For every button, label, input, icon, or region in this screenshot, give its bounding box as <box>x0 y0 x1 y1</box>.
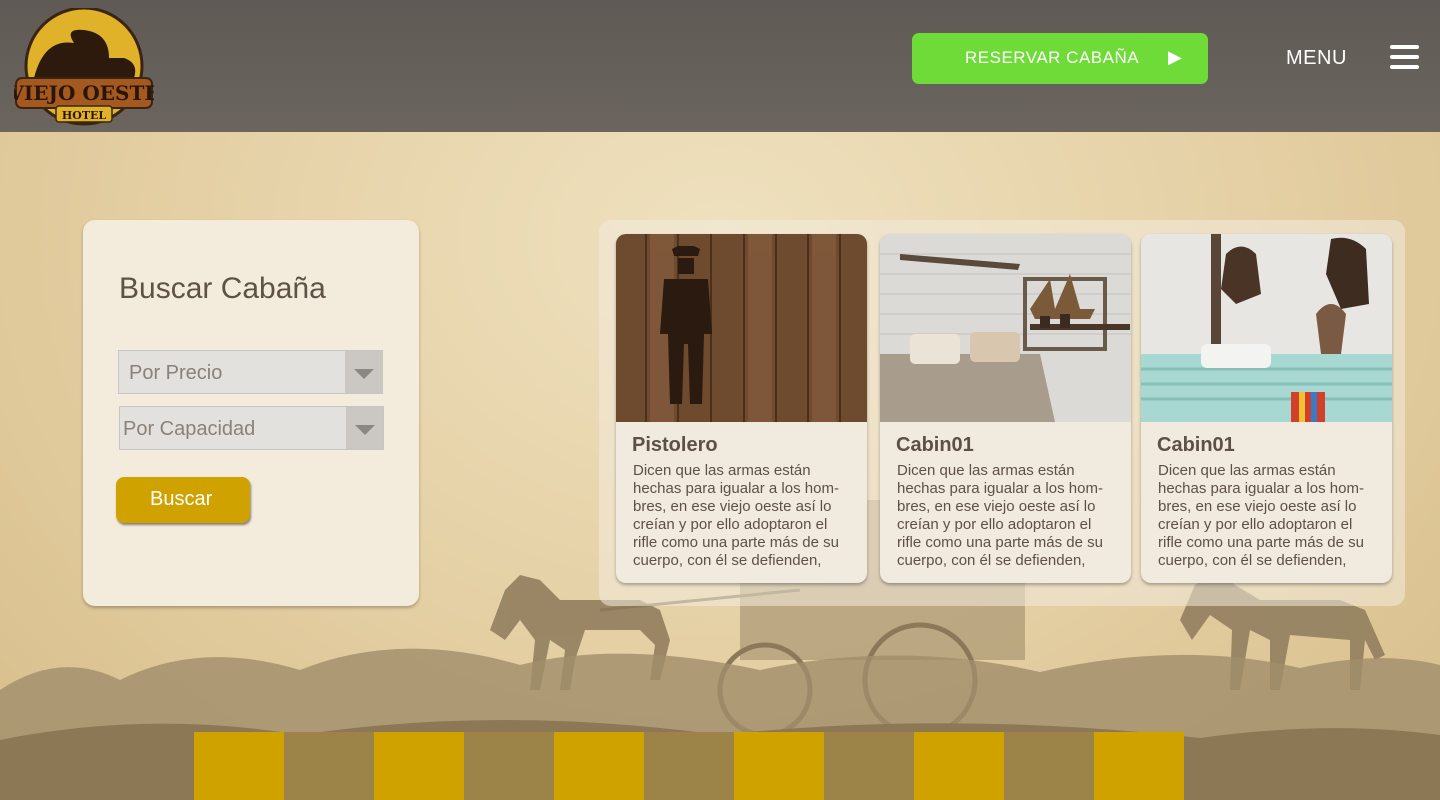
cabin-photo-saddles <box>1141 234 1392 422</box>
cabin-card[interactable]: Pistolero Dicen que las armas están hech… <box>616 234 867 583</box>
cabin-card-description: Dicen que las armas están hechas para ig… <box>633 462 839 569</box>
gold-block <box>1094 732 1184 800</box>
site-header: VIEJO OESTE HOTEL RESERVAR CABAÑA ▶ MENU <box>0 0 1440 132</box>
price-select-value: Por Precio <box>129 362 223 384</box>
cabin-card-description: Dicen que las armas están hechas para ig… <box>897 462 1103 569</box>
hamburger-menu-icon[interactable] <box>1390 45 1419 69</box>
gold-block <box>374 732 464 800</box>
gold-block <box>914 732 1004 800</box>
brown-block <box>1004 732 1094 800</box>
chevron-down-icon <box>346 407 383 449</box>
gold-block <box>734 732 824 800</box>
search-button-label: Buscar <box>150 488 213 510</box>
search-cabin-title: Buscar Cabaña <box>119 272 326 305</box>
price-select[interactable]: Por Precio <box>118 350 383 394</box>
svg-text:VIEJO OESTE: VIEJO OESTE <box>14 81 154 105</box>
search-cabin-panel: Buscar Cabaña Por Precio Por Capacidad B… <box>83 220 419 606</box>
brown-block <box>644 732 734 800</box>
decorative-color-blocks <box>194 732 1184 800</box>
brown-block <box>284 732 374 800</box>
play-arrow-icon: ▶ <box>1168 47 1183 67</box>
cabin-photo-bedroom <box>880 234 1131 422</box>
capacity-select[interactable]: Por Capacidad <box>119 406 384 450</box>
viejo-oeste-logo[interactable]: VIEJO OESTE HOTEL <box>14 8 154 126</box>
reserve-cabin-label: RESERVAR CABAÑA <box>965 48 1140 67</box>
svg-text:HOTEL: HOTEL <box>62 109 107 122</box>
cabin-photo-gunslinger <box>616 234 867 422</box>
cabin-card-title: Cabin01 <box>896 434 974 456</box>
cabin-card-title: Cabin01 <box>1157 434 1235 456</box>
chevron-down-icon <box>345 351 382 393</box>
capacity-select-value: Por Capacidad <box>123 418 256 440</box>
gold-block <box>554 732 644 800</box>
cabin-card[interactable]: Cabin01 Dicen que las armas están hechas… <box>1141 234 1392 583</box>
cabins-panel: Pistolero Dicen que las armas están hech… <box>599 220 1405 606</box>
cabin-card-description: Dicen que las armas están hechas para ig… <box>1158 462 1364 569</box>
reserve-cabin-button[interactable]: RESERVAR CABAÑA ▶ <box>912 33 1208 84</box>
brown-block <box>464 732 554 800</box>
cabin-card[interactable]: Cabin01 Dicen que las armas están hechas… <box>880 234 1131 583</box>
search-button[interactable]: Buscar <box>116 477 250 523</box>
gold-block <box>194 732 284 800</box>
cabin-card-title: Pistolero <box>632 434 718 456</box>
menu-label[interactable]: MENU <box>1286 47 1347 70</box>
brown-block <box>824 732 914 800</box>
